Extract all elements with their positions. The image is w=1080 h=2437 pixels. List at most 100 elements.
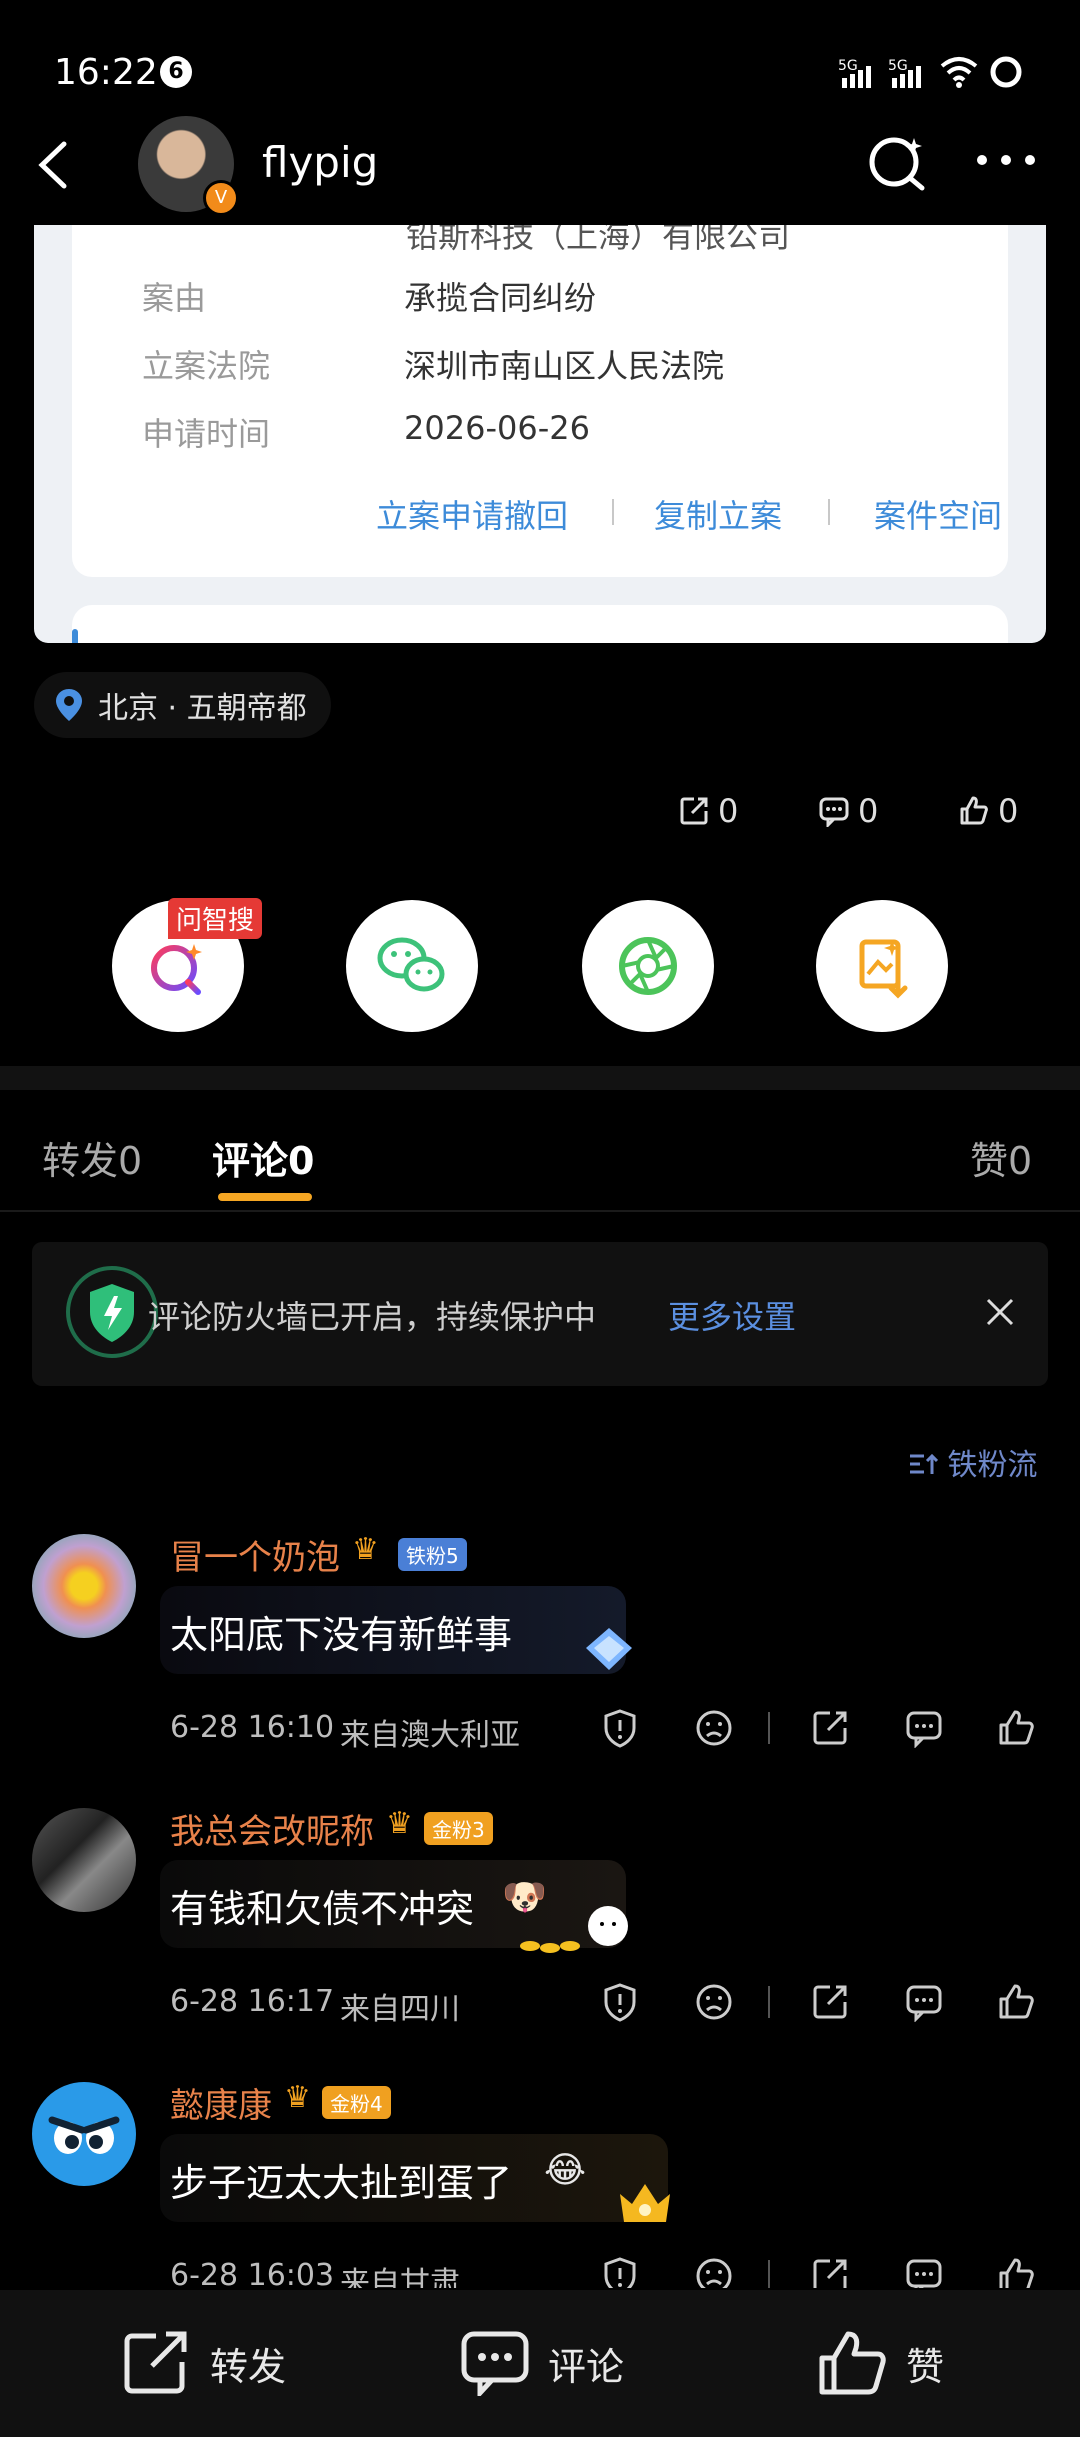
bottom-repost-button[interactable]: 转发: [122, 2330, 286, 2396]
sort-selector[interactable]: 铁粉流: [908, 1440, 1038, 1484]
wifi-icon: [940, 57, 978, 88]
battery-icon: [990, 56, 1022, 88]
firewall-notice-text: 评论防火墙已开启，持续保护中: [148, 1298, 597, 1336]
case-label-date: 申请时间: [142, 415, 271, 453]
bottom-comment-button[interactable]: 评论: [460, 2330, 624, 2396]
fan-crown-icon: ♛: [386, 1806, 413, 1841]
tab-comment[interactable]: 评论0: [212, 1130, 314, 1185]
comment-item[interactable]: 我总会改昵称 ♛ 金粉3 有钱和欠债不冲突 🐶 6-28 16:17 来自四川: [0, 1794, 1080, 2034]
like-comment-icon[interactable]: [996, 1982, 1036, 2022]
case-card-image[interactable]: 铅斯科技（上海）有限公司 案由 承揽合同纠纷 立案法院 深圳市南山区人民法院 申…: [34, 225, 1046, 643]
share-wechat-button[interactable]: [346, 900, 478, 1032]
signal-5g-icon: 5G: [838, 58, 871, 88]
repost-count[interactable]: 0: [678, 792, 738, 830]
case-value-court: 深圳市南山区人民法院: [404, 347, 725, 385]
share-comment-icon[interactable]: [810, 1708, 850, 1748]
commenter-name[interactable]: 我总会改昵称: [170, 1804, 374, 1853]
search-icon[interactable]: [868, 132, 928, 192]
like-icon: [819, 2331, 886, 2395]
active-tab-indicator: [218, 1193, 312, 1201]
tabs-divider: [0, 1210, 1080, 1212]
location-tag[interactable]: 北京 · 五朝帝都: [34, 672, 331, 738]
repost-small-icon: [680, 797, 708, 825]
ai-search-tag: 问智搜: [168, 898, 263, 939]
commenter-avatar[interactable]: [32, 2082, 136, 2186]
comment-text: 步子迈太大扯到蛋了: [170, 2161, 513, 2205]
case-label-cause: 案由: [142, 279, 207, 317]
signal-5g-icon-2: 5G: [888, 58, 921, 88]
reply-icon[interactable]: [904, 2256, 944, 2288]
comment-text: 太阳底下没有新鲜事: [170, 1613, 513, 1657]
more-settings-link[interactable]: 更多设置: [668, 1292, 796, 1338]
report-icon[interactable]: [600, 2256, 640, 2288]
location-pin-icon: [56, 689, 82, 721]
comment-location: 来自甘肃: [340, 2266, 460, 2288]
location-label: 北京 · 五朝帝都: [98, 691, 307, 726]
status-time: 16:22: [54, 52, 158, 93]
shield-icon: [66, 1266, 158, 1358]
share-moments-button[interactable]: [582, 900, 714, 1032]
laugh-cry-emoji-icon: 😂: [544, 2150, 587, 2191]
dislike-face-icon[interactable]: [694, 1982, 734, 2022]
report-icon[interactable]: [600, 1982, 640, 2022]
comment-item[interactable]: 懿康康 ♛ 金粉4 步子迈太大扯到蛋了 😂 6-28 16:03 来自甘肃: [0, 2068, 1080, 2288]
like-count[interactable]: 0: [958, 792, 1018, 830]
case-withdraw-link: 立案申请撤回: [376, 497, 569, 535]
case-link-divider-2: [828, 499, 830, 525]
comment-count[interactable]: 0: [818, 792, 878, 830]
tab-like[interactable]: 赞0: [970, 1130, 1032, 1185]
svg-text:5G: 5G: [888, 58, 908, 74]
commenter-name[interactable]: 冒一个奶泡: [170, 1530, 340, 1579]
status-bar: 16:22 6 5G 5G: [0, 0, 1080, 140]
author-username[interactable]: flypig: [262, 138, 378, 187]
back-arrow-icon[interactable]: [34, 140, 74, 190]
comment-location: 来自四川: [340, 1992, 460, 2027]
reply-icon[interactable]: [904, 1708, 944, 1748]
like-comment-icon[interactable]: [996, 2256, 1036, 2288]
action-divider: [768, 2260, 770, 2288]
save-image-button[interactable]: [816, 900, 948, 1032]
commenter-name[interactable]: 懿康康: [170, 2078, 272, 2127]
more-options-icon[interactable]: [974, 150, 1038, 170]
angry-face-icon: [48, 2116, 120, 2154]
sort-icon: [910, 1453, 939, 1474]
comment-text: 有钱和欠债不冲突: [170, 1887, 475, 1931]
gold-coins-decor-icon: [520, 1906, 628, 1953]
bottom-repost-label: 转发: [210, 2344, 287, 2389]
bottom-like-button[interactable]: 赞: [816, 2330, 944, 2396]
repost-icon: [124, 2331, 187, 2394]
case-card-inner: 铅斯科技（上海）有限公司 案由 承揽合同纠纷 立案法院 深圳市南山区人民法院 申…: [72, 225, 1008, 577]
dislike-face-icon[interactable]: [694, 2256, 734, 2288]
tab-repost[interactable]: 转发0: [42, 1130, 142, 1185]
case-space-link: 案件空间: [874, 497, 1003, 535]
comment-time: 6-28 16:17: [170, 1984, 335, 2019]
fan-crown-icon: ♛: [284, 2080, 311, 2115]
commenter-avatar[interactable]: [32, 1534, 136, 1638]
like-comment-icon[interactable]: [996, 1708, 1036, 1748]
reply-icon[interactable]: [904, 1982, 944, 2022]
like-small-icon: [960, 796, 988, 825]
action-divider: [768, 1712, 770, 1744]
case-link-divider: [612, 499, 614, 525]
case-party-text: 铅斯科技（上海）有限公司: [406, 225, 791, 255]
fan-level-badge: 金粉4: [322, 2086, 391, 2119]
case-card-next-block: [72, 605, 1008, 643]
comment-location: 来自澳大利亚: [340, 1718, 520, 1753]
case-label-court: 立案法院: [142, 347, 271, 385]
comment-item[interactable]: 冒一个奶泡 ♛ 铁粉5 太阳底下没有新鲜事 6-28 16:10 来自澳大利亚: [0, 1520, 1080, 1760]
case-copy-link: 复制立案: [654, 497, 783, 535]
report-icon[interactable]: [600, 1708, 640, 1748]
commenter-avatar[interactable]: [32, 1808, 136, 1912]
fan-crown-icon: ♛: [352, 1532, 379, 1567]
notification-badge-icon: 6: [160, 56, 192, 88]
close-notice-icon[interactable]: [984, 1296, 1016, 1328]
comment-time: 6-28 16:10: [170, 1710, 335, 1745]
share-comment-icon[interactable]: [810, 1982, 850, 2022]
share-comment-icon[interactable]: [810, 2256, 850, 2288]
moments-aperture-icon: [619, 937, 677, 995]
bottom-like-label: 赞: [906, 2344, 945, 2389]
gold-crown-decor-icon: [620, 2184, 670, 2222]
dislike-face-icon[interactable]: [694, 1708, 734, 1748]
section-divider: [0, 1066, 1080, 1090]
verified-badge-icon: V: [203, 180, 239, 216]
